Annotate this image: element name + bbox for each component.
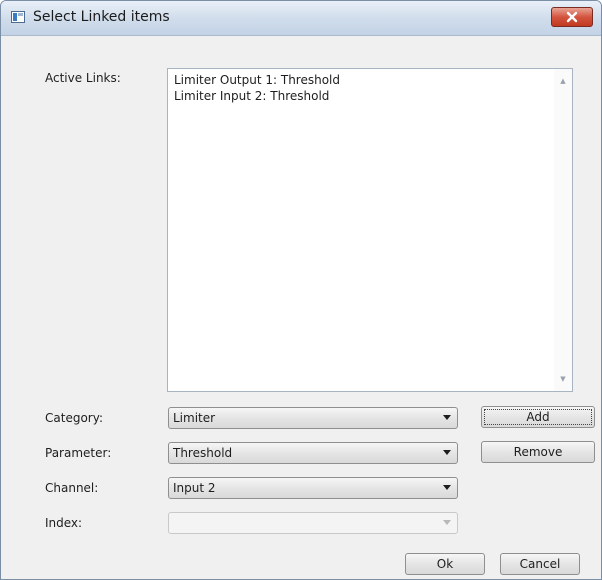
channel-label: Channel:	[45, 481, 99, 495]
active-links-list: Limiter Output 1: Threshold Limiter Inpu…	[174, 72, 552, 104]
scroll-down-arrow-icon[interactable]: ▼	[554, 371, 572, 387]
dialog-icon	[11, 11, 25, 23]
active-links-label: Active Links:	[45, 71, 121, 85]
title-bar[interactable]: Select Linked items	[1, 1, 601, 36]
index-label: Index:	[45, 516, 83, 530]
chevron-down-icon	[443, 450, 451, 455]
ok-button[interactable]: Ok	[405, 553, 485, 575]
chevron-down-icon	[443, 485, 451, 490]
ok-button-label: Ok	[436, 557, 454, 571]
close-button[interactable]	[551, 7, 593, 27]
channel-dropdown[interactable]: Input 2	[168, 477, 458, 499]
index-dropdown[interactable]	[168, 512, 458, 534]
category-label: Category:	[45, 411, 103, 425]
chevron-down-icon	[443, 415, 451, 420]
chevron-down-icon	[443, 520, 451, 525]
remove-button[interactable]: Remove	[481, 441, 595, 463]
parameter-value: Threshold	[173, 446, 233, 460]
parameter-label: Parameter:	[45, 446, 112, 460]
cancel-button-label: Cancel	[519, 557, 561, 571]
list-item[interactable]: Limiter Output 1: Threshold	[174, 72, 552, 88]
scroll-up-arrow-icon[interactable]: ▲	[554, 73, 572, 89]
vertical-scrollbar[interactable]: ▲ ▼	[554, 69, 572, 391]
category-dropdown[interactable]: Limiter	[168, 407, 458, 429]
dialog-body: Active Links: Limiter Output 1: Threshol…	[1, 36, 601, 579]
list-item[interactable]: Limiter Input 2: Threshold	[174, 88, 552, 104]
parameter-dropdown[interactable]: Threshold	[168, 442, 458, 464]
add-button[interactable]: Add	[481, 406, 595, 428]
cancel-button[interactable]: Cancel	[500, 553, 580, 575]
window-title: Select Linked items	[33, 9, 170, 25]
dialog-window: Select Linked items Active Links: Limite…	[0, 0, 602, 580]
active-links-listbox[interactable]: Limiter Output 1: Threshold Limiter Inpu…	[167, 68, 573, 392]
category-value: Limiter	[173, 411, 216, 425]
remove-button-label: Remove	[513, 445, 563, 459]
focus-ring	[484, 409, 592, 425]
close-icon	[566, 11, 578, 23]
channel-value: Input 2	[173, 481, 216, 495]
